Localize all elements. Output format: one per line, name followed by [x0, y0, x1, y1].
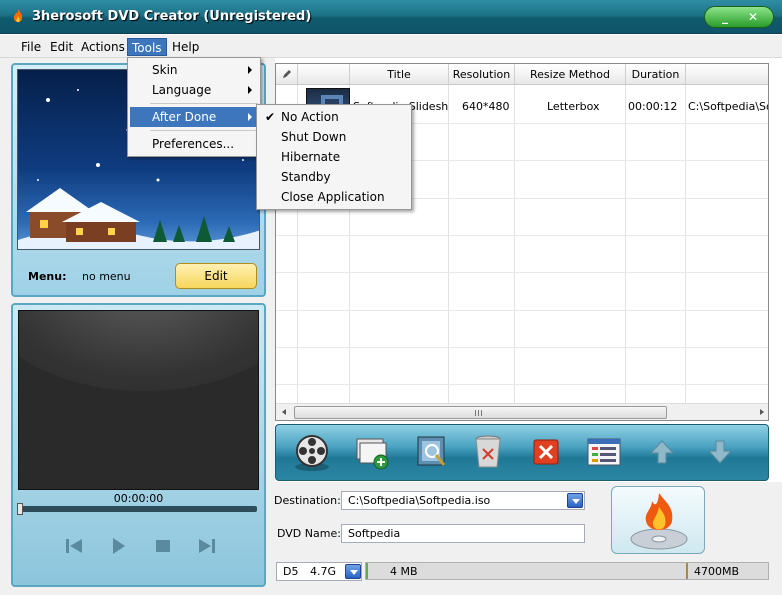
menu-separator	[150, 130, 258, 131]
destination-dropdown-button[interactable]	[567, 493, 583, 508]
move-down-arrow-icon[interactable]	[700, 431, 740, 473]
menu-tools[interactable]: Tools	[127, 38, 167, 56]
disc-capacity-marker	[686, 563, 688, 579]
column-title[interactable]: Title	[350, 64, 449, 85]
disc-usage-bar: 4 MB 4700MB	[365, 562, 769, 580]
add-folder-icon[interactable]	[352, 431, 392, 473]
horizontal-scrollbar[interactable]	[276, 403, 768, 420]
grip-icon	[475, 410, 482, 416]
column-resolution[interactable]: Resolution	[449, 64, 515, 85]
row-resolution: 640*480	[462, 100, 510, 113]
tools-menu-skin[interactable]: Skin	[130, 60, 258, 80]
tools-menu-after-done[interactable]: After Done	[130, 107, 258, 127]
minimize-button[interactable]: _	[715, 9, 735, 25]
table-header: Title Resolution Resize Method Duration	[276, 64, 768, 85]
disc-max-size: 4700MB	[694, 565, 740, 578]
disc-capacity: 4.7G	[309, 565, 336, 578]
destination-field[interactable]: C:\Softpedia\Softpedia.iso	[341, 491, 585, 510]
row-resize-method: Letterbox	[547, 100, 600, 113]
burn-disc-flame-icon	[630, 493, 688, 550]
add-video-film-reel-icon[interactable]	[292, 431, 332, 473]
video-player: 00:00:00	[11, 303, 266, 587]
disc-type-dropdown-button[interactable]	[345, 564, 361, 579]
move-up-arrow-icon[interactable]	[642, 431, 682, 473]
column-duration[interactable]: Duration	[626, 64, 686, 85]
disc-used-size: 4 MB	[390, 565, 418, 578]
submenu-arrow-icon	[248, 86, 252, 94]
window-controls: _ ✕	[704, 6, 774, 28]
destination-label: Destination:	[274, 494, 341, 507]
dvd-name-label: DVD Name:	[277, 527, 341, 540]
action-toolbar	[275, 424, 769, 481]
properties-list-icon[interactable]	[584, 431, 624, 473]
row-path: C:\Softpedia\Softpedia	[688, 100, 768, 113]
previous-icon[interactable]	[63, 535, 85, 557]
menu-value: no menu	[82, 270, 131, 283]
menu-actions[interactable]: Actions	[77, 38, 129, 56]
menu-help[interactable]: Help	[168, 38, 203, 56]
tools-menu: Skin Language After Done Preferences...	[127, 57, 261, 157]
disc-usage-fill	[366, 563, 368, 579]
player-time: 00:00:00	[113, 492, 164, 505]
menu-file[interactable]: File	[17, 38, 45, 56]
tools-menu-language[interactable]: Language	[130, 80, 258, 100]
after-done-shut-down[interactable]: Shut Down	[259, 127, 409, 147]
after-done-no-action[interactable]: ✔ No Action	[259, 107, 409, 127]
tools-menu-preferences[interactable]: Preferences...	[130, 134, 258, 154]
column-thumbnail[interactable]	[298, 64, 350, 85]
menu-label: Menu:	[28, 270, 67, 283]
menu-separator	[150, 103, 258, 104]
window-title: 3herosoft DVD Creator (Unregistered)	[32, 9, 312, 24]
dvd-name-field[interactable]: Softpedia	[341, 524, 585, 543]
row-duration: 00:00:12	[628, 100, 678, 113]
edit-menu-button[interactable]: Edit	[175, 263, 257, 289]
close-button[interactable]: ✕	[743, 9, 763, 25]
submenu-arrow-icon	[248, 66, 252, 74]
video-screen	[18, 310, 259, 490]
after-done-submenu: ✔ No Action Shut Down Hibernate Standby …	[256, 104, 412, 210]
edit-video-icon[interactable]	[412, 431, 452, 473]
after-done-hibernate[interactable]: Hibernate	[259, 147, 409, 167]
stop-icon[interactable]	[152, 535, 174, 557]
burn-button[interactable]	[611, 486, 705, 554]
remove-all-icon[interactable]	[526, 431, 566, 473]
seek-bar[interactable]	[19, 506, 257, 512]
scroll-left-icon[interactable]	[280, 408, 288, 416]
scroll-right-icon[interactable]	[758, 408, 766, 416]
disc-type: D5	[283, 565, 299, 578]
column-path[interactable]	[686, 64, 768, 85]
seek-thumb[interactable]	[17, 503, 23, 515]
submenu-arrow-icon	[248, 113, 252, 121]
column-edit[interactable]	[276, 64, 298, 85]
menu-edit[interactable]: Edit	[46, 38, 77, 56]
app-flame-icon	[13, 9, 23, 23]
menu-bar: File Edit Actions Tools Help	[0, 35, 782, 58]
delete-trash-icon[interactable]	[468, 431, 508, 473]
pencil-icon	[282, 70, 291, 78]
after-done-standby[interactable]: Standby	[259, 167, 409, 187]
play-icon[interactable]	[107, 535, 129, 557]
scrollbar-thumb[interactable]	[294, 406, 667, 419]
after-done-close-application[interactable]: Close Application	[259, 187, 409, 207]
check-icon: ✔	[265, 110, 276, 124]
title-bar: 3herosoft DVD Creator (Unregistered) _ ✕	[0, 0, 782, 34]
next-icon[interactable]	[196, 535, 218, 557]
column-resize-method[interactable]: Resize Method	[515, 64, 626, 85]
